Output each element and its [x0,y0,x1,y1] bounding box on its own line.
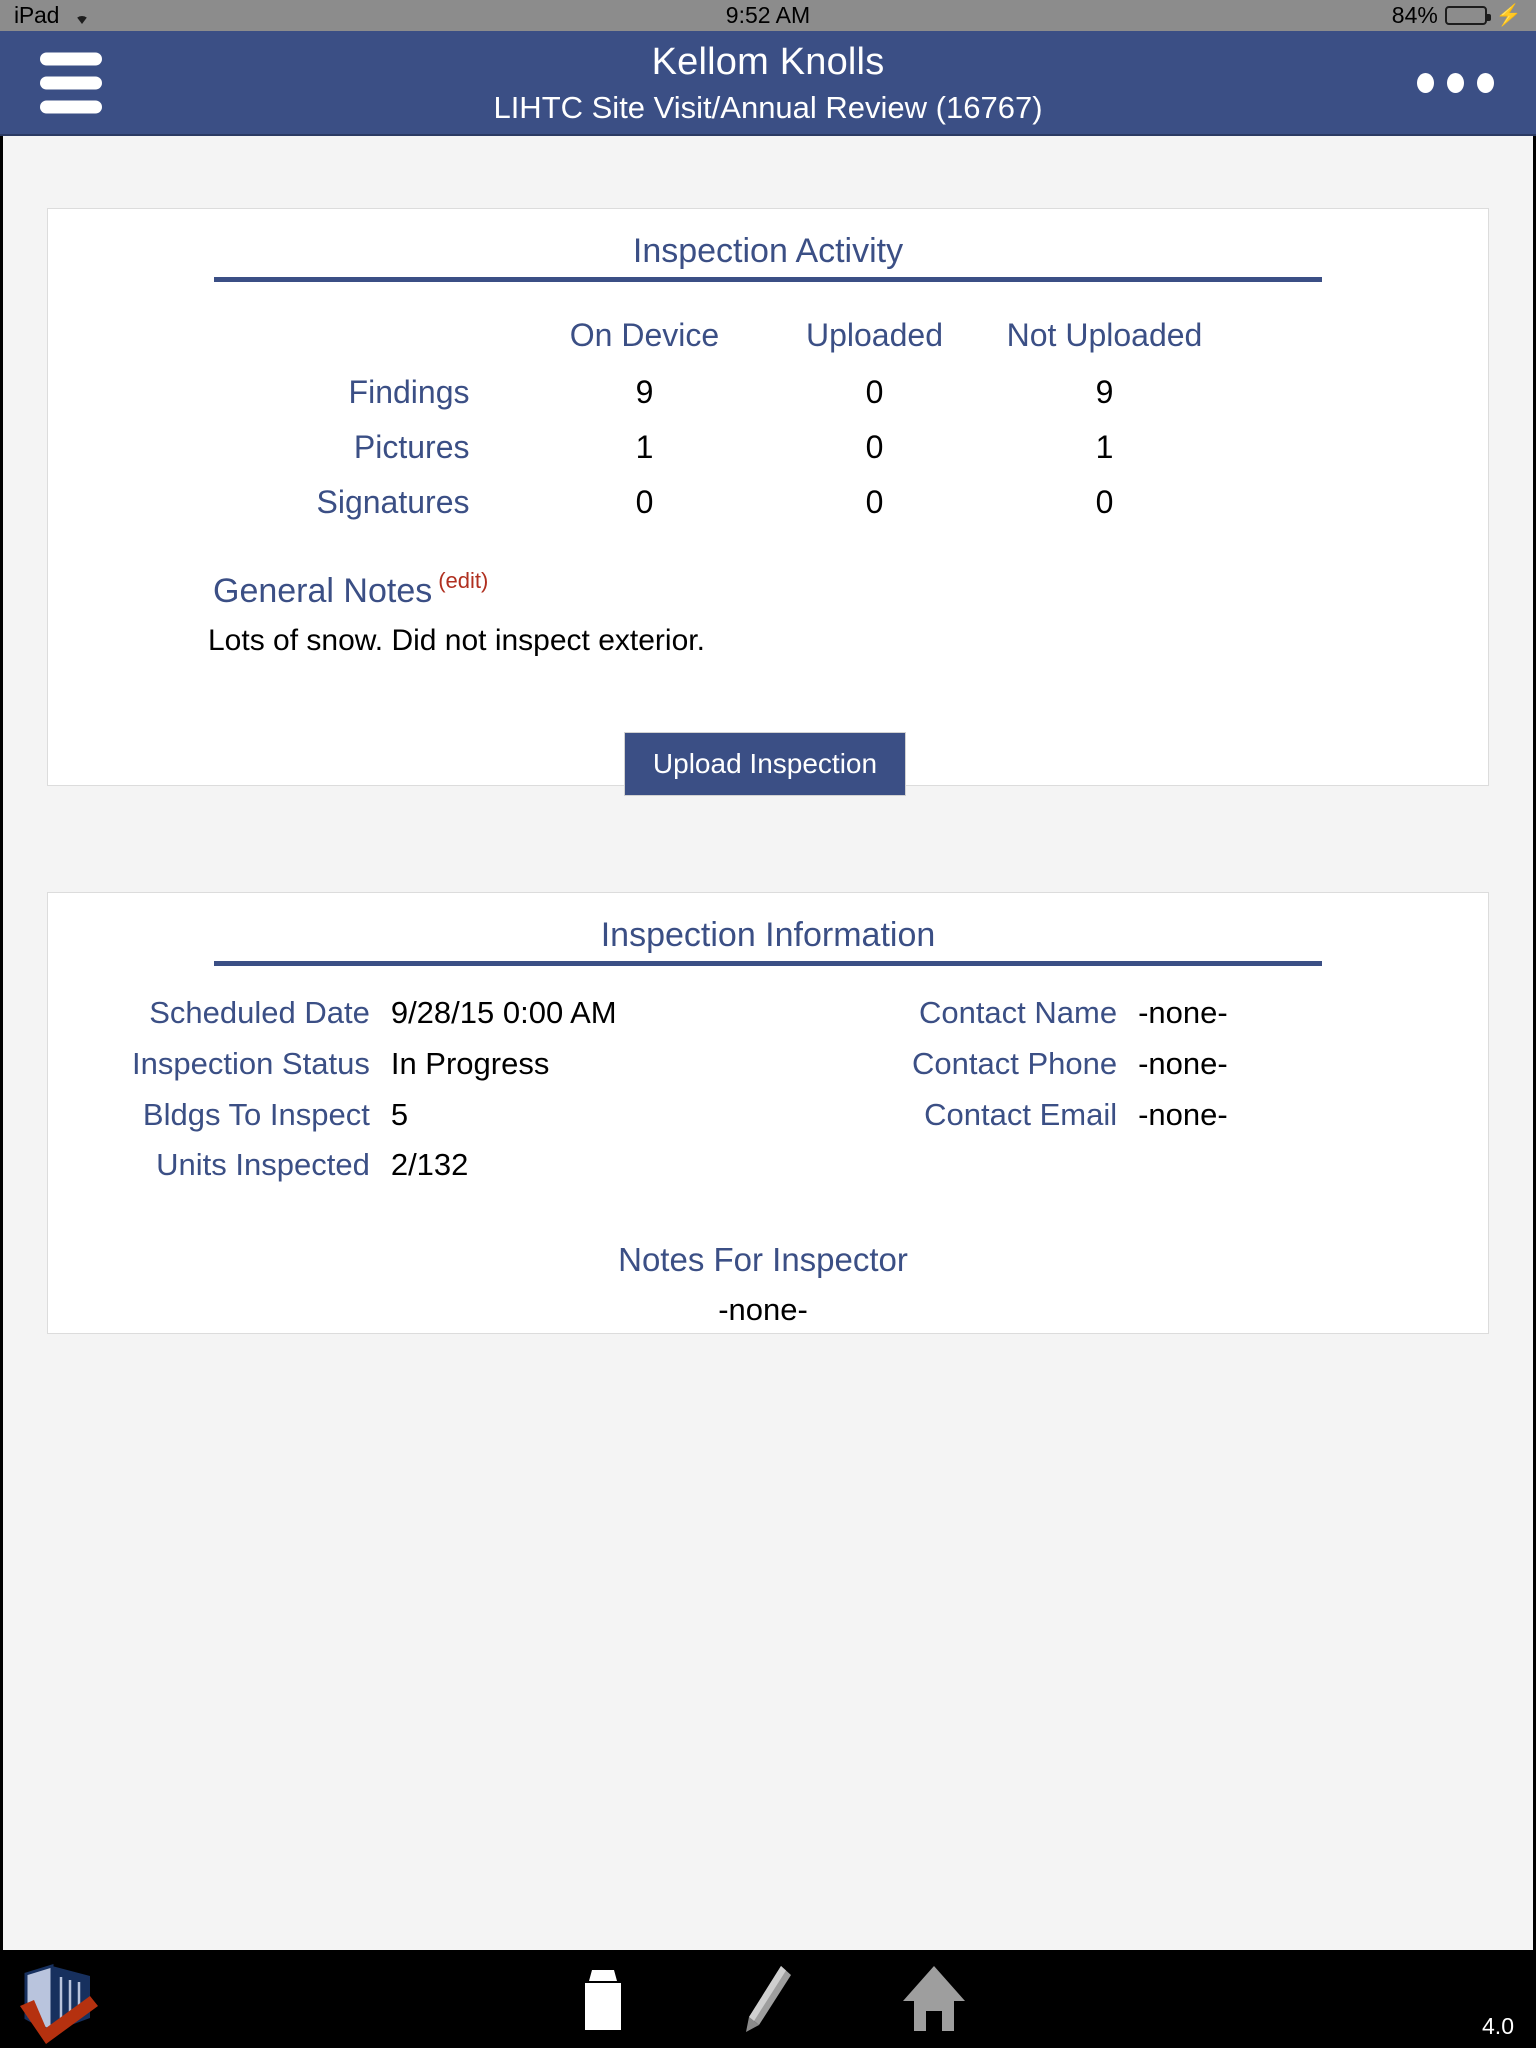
contact-phone-value: -none- [1138,1045,1228,1081]
navigation-bar: Kellom Knolls LIHTC Site Visit/Annual Re… [0,31,1536,136]
units-inspected-value: 2/132 [390,1147,469,1183]
table-row: Bldgs To Inspect 5 [132,1090,617,1141]
table-row: Findings 9 0 9 [317,365,1220,420]
status-bar-time: 9:52 AM [725,2,811,28]
contact-email-value: -none- [1138,1096,1228,1132]
findings-uploaded: 0 [865,374,884,411]
general-notes-label: General Notes [213,572,433,611]
inspection-status-label: Inspection Status [132,1045,370,1081]
upload-button-wrap: Upload Inspection [48,732,1488,797]
hamburger-bar-1 [40,52,102,65]
hamburger-bar-2 [40,76,102,89]
activity-col-not-uploaded: Not Uploaded [1006,317,1203,353]
activity-card-title: Inspection Activity [632,232,904,270]
information-card-title: Inspection Information [600,916,936,954]
status-bar-left: iPad [14,2,94,29]
activity-table: On Device Uploaded Not Uploaded Findings… [317,308,1220,530]
general-notes-edit-link[interactable]: (edit) [438,568,488,594]
activity-row-label-findings: Findings [348,374,470,411]
pencil-icon[interactable] [731,1962,805,2036]
contact-name-value: -none- [1138,995,1228,1030]
information-title-wrap: Inspection Information [48,893,1488,966]
bldgs-to-inspect-value: 5 [390,1096,409,1132]
battery-icon [1444,6,1491,25]
inspection-status-value: In Progress [390,1045,550,1081]
activity-table-header-row: On Device Uploaded Not Uploaded [317,308,1220,365]
information-title-rule [214,961,1322,966]
battery-percent-label: 84% [1391,2,1438,28]
information-left-table: Scheduled Date 9/28/15 0:00 AM Inspectio… [132,988,617,1191]
table-row: Contact Email -none- [912,1090,1228,1141]
activity-title-wrap: Inspection Activity [48,209,1488,282]
briefcase-icon[interactable] [565,1962,639,2036]
information-columns: Scheduled Date 9/28/15 0:00 AM Inspectio… [48,988,1488,1191]
toolbar-icon-group [0,1962,1536,2036]
general-notes-header: General Notes (edit) [48,568,1488,611]
status-bar-right: 84% ⚡ [1392,2,1522,29]
table-row: Units Inspected 2/132 [132,1140,617,1191]
table-row: Scheduled Date 9/28/15 0:00 AM [132,988,617,1039]
table-row: Contact Phone -none- [912,1039,1228,1090]
table-row: Signatures 0 0 0 [317,475,1220,530]
activity-col-uploaded: Uploaded [805,317,943,353]
content-area: Inspection Activity On Device Uploaded N… [0,136,1536,1950]
inspection-information-card: Inspection Information Scheduled Date 9/… [47,892,1489,1334]
ios-status-bar: iPad 9:52 AM 84% ⚡ [0,0,1536,31]
pictures-uploaded: 0 [865,429,884,466]
signatures-uploaded: 0 [865,484,884,521]
hamburger-menu-icon[interactable] [40,52,102,113]
notes-for-inspector-value: -none- [718,1292,808,1327]
units-inspected-label: Units Inspected [156,1147,370,1183]
information-left-column: Scheduled Date 9/28/15 0:00 AM Inspectio… [48,988,768,1191]
activity-col-on-device: On Device [569,317,720,353]
table-row: Pictures 1 0 1 [317,420,1220,475]
activity-row-label-signatures: Signatures [316,484,470,521]
activity-corner-cell [317,308,530,365]
more-dot-2 [1447,72,1464,93]
device-name: iPad [14,2,60,28]
scheduled-date-label: Scheduled Date [149,995,370,1030]
app-root: iPad 9:52 AM 84% ⚡ Kellom Knolls LIHTC S… [0,0,1536,2048]
home-icon[interactable] [897,1962,971,2036]
findings-not-uploaded: 9 [1095,374,1114,411]
contact-name-label: Contact Name [918,995,1118,1030]
contact-email-label: Contact Email [924,1096,1118,1132]
pictures-not-uploaded: 1 [1095,429,1114,466]
signatures-not-uploaded: 0 [1095,484,1114,521]
notes-for-inspector-label: Notes For Inspector [618,1241,908,1278]
app-version-label: 4.0 [1482,2013,1514,2039]
information-right-column: Contact Name -none- Contact Phone -none-… [768,988,1488,1191]
inspection-activity-card: Inspection Activity On Device Uploaded N… [47,208,1489,797]
contact-phone-label: Contact Phone [912,1045,1118,1081]
more-options-icon[interactable] [1417,72,1494,93]
activity-row-label-pictures: Pictures [353,429,470,466]
wifi-icon [70,7,94,25]
upload-inspection-button[interactable]: Upload Inspection [623,732,907,797]
table-row: Inspection Status In Progress [132,1039,617,1090]
scheduled-date-value: 9/28/15 0:00 AM [390,995,617,1030]
information-right-table: Contact Name -none- Contact Phone -none-… [912,988,1228,1140]
bldgs-to-inspect-label: Bldgs To Inspect [142,1096,370,1132]
lightning-bolt-icon: ⚡ [1495,4,1522,27]
table-row: Contact Name -none- [912,988,1228,1039]
bottom-toolbar: 4.0 [0,1950,1536,2048]
page-title: Kellom Knolls [651,40,885,83]
nav-title-block: Kellom Knolls LIHTC Site Visit/Annual Re… [0,43,1536,123]
findings-on-device: 9 [635,374,654,411]
pictures-on-device: 1 [635,429,654,466]
more-dot-1 [1417,72,1434,93]
signatures-on-device: 0 [635,484,654,521]
more-dot-3 [1477,72,1494,93]
activity-title-rule [214,277,1322,282]
page-subtitle: LIHTC Site Visit/Annual Review (16767) [493,89,1043,125]
hamburger-bar-3 [40,100,102,113]
general-notes-text: Lots of snow. Did not inspect exterior. [208,624,705,658]
